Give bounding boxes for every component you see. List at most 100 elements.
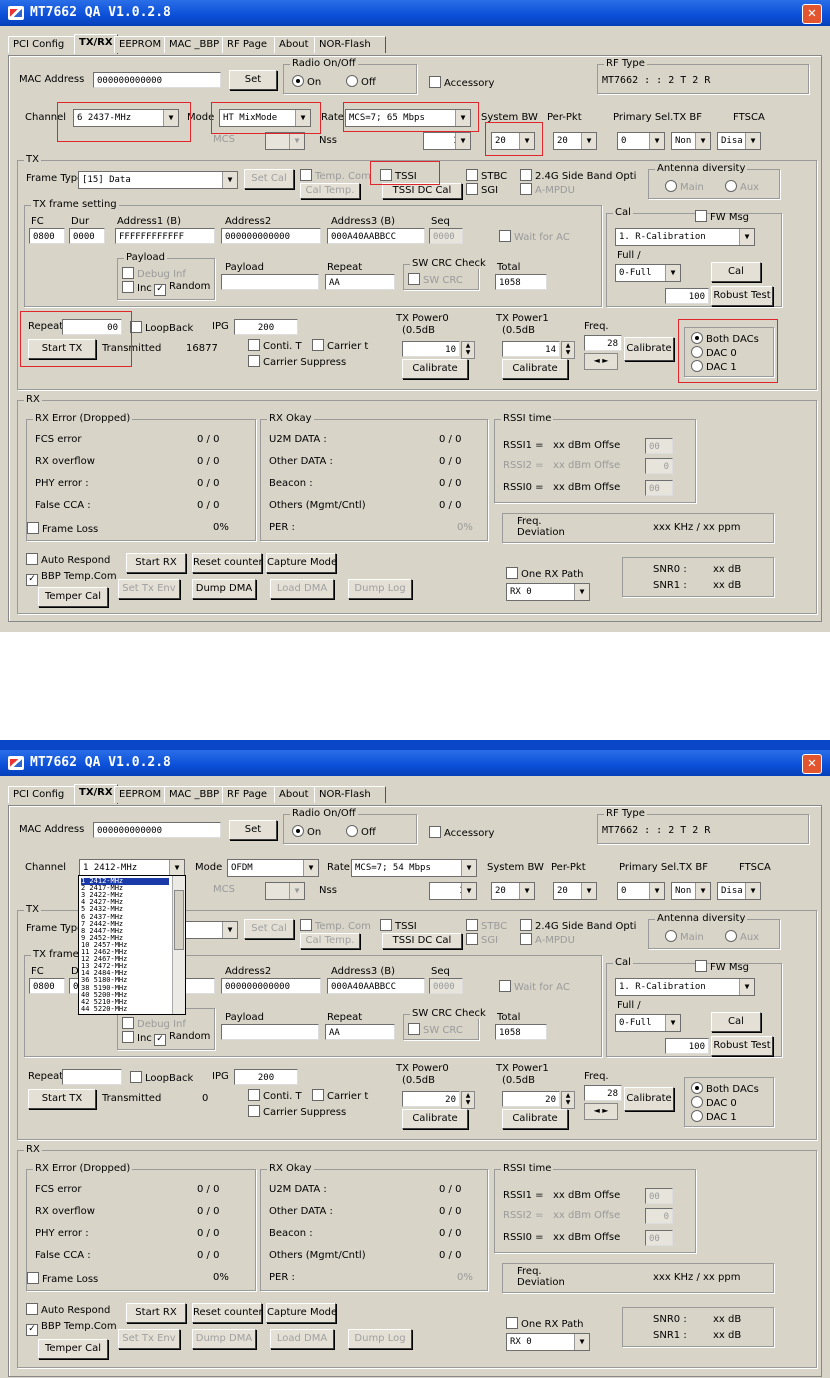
start-tx-button[interactable]: Start TX	[28, 1089, 96, 1109]
stbc-checkbox[interactable]: STBC	[466, 169, 507, 182]
reset-counter-button[interactable]: Reset counter	[192, 1303, 263, 1323]
set-cal-button[interactable]: Set Cal	[244, 169, 294, 189]
dac1-radio[interactable]: DAC 1	[691, 1110, 737, 1123]
temper-cal-button[interactable]: Temper Cal	[38, 587, 108, 607]
fc-input[interactable]: 0800	[29, 978, 65, 994]
conti-tx-checkbox[interactable]: Conti. T	[248, 1089, 302, 1102]
tx-power1-spinner[interactable]: ▲ ▼	[561, 1091, 575, 1109]
tab-mac-bbp[interactable]: MAC _BBP	[164, 36, 226, 53]
fc-input[interactable]: 0800	[29, 228, 65, 244]
reset-counter-button[interactable]: Reset counter	[192, 553, 263, 573]
total-input[interactable]: 1058	[495, 1024, 547, 1040]
temper-cal-button[interactable]: Temper Cal	[38, 1339, 108, 1359]
system-bw-select[interactable]: 20 ▼	[491, 882, 535, 900]
antenna-aux-radio[interactable]: Aux	[725, 930, 759, 943]
tab-about[interactable]: About	[274, 786, 318, 803]
address2-input[interactable]: 000000000000	[221, 228, 321, 244]
close-icon[interactable]: ✕	[802, 754, 822, 774]
one-rx-path-checkbox[interactable]: One RX Path	[506, 567, 584, 580]
address3-input[interactable]: 000A40AABBCC	[327, 228, 425, 244]
start-rx-button[interactable]: Start RX	[126, 1303, 186, 1323]
full-select[interactable]: 0-Full ▼	[615, 1014, 681, 1032]
side-band-checkbox[interactable]: 2.4G Side Band Opti	[520, 169, 636, 182]
mode-select[interactable]: OFDM ▼	[227, 859, 319, 877]
freq-input[interactable]: 28	[584, 335, 622, 351]
antenna-main-radio[interactable]: Main	[665, 180, 704, 193]
mcs-select[interactable]: ▼	[265, 132, 305, 150]
wait-ac-checkbox[interactable]: Wait for AC	[499, 980, 570, 993]
carrier-suppress-checkbox[interactable]: Carrier Suppress	[248, 1105, 346, 1118]
channel-dropdown-list[interactable]: 1 2412-MHz 2 2417-MHz 3 2422-MHz 4 2427-MHz…	[78, 875, 186, 1015]
radio-off[interactable]: Off	[346, 75, 376, 88]
antenna-main-radio[interactable]: Main	[665, 930, 704, 943]
address1-input[interactable]: FFFFFFFFFFFF	[115, 228, 215, 244]
rssi2-offset-input[interactable]: 0	[645, 458, 673, 474]
rssi0-offset-input[interactable]: 00	[645, 1230, 673, 1246]
wait-ac-checkbox[interactable]: Wait for AC	[499, 230, 570, 243]
dac0-radio[interactable]: DAC 0	[691, 1096, 737, 1109]
debug-inf-checkbox[interactable]: Debug Inf	[122, 1017, 186, 1030]
fw-msg-checkbox[interactable]: FW Msg	[695, 960, 749, 973]
dump-log-button[interactable]: Dump Log	[348, 1329, 412, 1349]
tx-power1-input[interactable]: 14	[502, 341, 560, 357]
radio-on[interactable]: On	[292, 825, 321, 838]
freq-input[interactable]: 28	[584, 1085, 622, 1101]
tab-mac-bbp[interactable]: MAC _BBP	[164, 786, 226, 803]
tx-power1-spinner[interactable]: ▲ ▼	[561, 341, 575, 359]
seq-input[interactable]: 0000	[429, 228, 463, 244]
txbf-select[interactable]: Non ▼	[671, 132, 711, 150]
per-pkt-select[interactable]: 20 ▼	[553, 882, 597, 900]
set-button[interactable]: Set	[229, 820, 277, 840]
rx-path-select[interactable]: RX 0 ▼	[506, 1333, 590, 1351]
robust-test-button[interactable]: Robust Test	[711, 1036, 773, 1056]
ftsca-select[interactable]: Disa ▼	[717, 882, 761, 900]
dropdown-scroll-thumb[interactable]	[174, 890, 184, 950]
cal-temp-button[interactable]: Cal Temp.	[300, 933, 360, 949]
freq-calibrate-button[interactable]: Calibrate	[624, 337, 674, 361]
ampdu-checkbox[interactable]: A-MPDU	[520, 183, 575, 196]
freq-left-right-arrows[interactable]: ◄ ►	[584, 1103, 618, 1120]
tssi-checkbox[interactable]: TSSI	[380, 919, 417, 932]
per-pkt-select[interactable]: 20 ▼	[553, 132, 597, 150]
tab-nor-flash[interactable]: NOR-Flash	[314, 36, 386, 53]
tab-eeprom[interactable]: EEPROM	[114, 786, 168, 803]
tab-about[interactable]: About	[274, 36, 318, 53]
calibrate-power1-button[interactable]: Calibrate	[502, 1109, 568, 1129]
calibrate-power0-button[interactable]: Calibrate	[402, 359, 468, 379]
tab-pci-config[interactable]: PCI Config	[8, 36, 76, 53]
bbp-temp-checkbox[interactable]: ✓ BBP Temp.Com	[26, 1321, 117, 1336]
calibrate-power0-button[interactable]: Calibrate	[402, 1109, 468, 1129]
tab-eeprom[interactable]: EEPROM	[114, 36, 168, 53]
one-rx-path-checkbox[interactable]: One RX Path	[506, 1317, 584, 1330]
dur-input[interactable]: 0000	[69, 228, 105, 244]
primary-sel-select[interactable]: 0 ▼	[617, 132, 665, 150]
sgi-checkbox[interactable]: SGI	[466, 933, 498, 946]
dump-log-button[interactable]: Dump Log	[348, 579, 412, 599]
robust-count-input[interactable]: 100	[665, 288, 709, 304]
ipg-input[interactable]: 200	[234, 319, 298, 335]
freq-calibrate-button[interactable]: Calibrate	[624, 1087, 674, 1111]
radio-on[interactable]: On	[292, 75, 321, 88]
sgi-checkbox[interactable]: SGI	[466, 183, 498, 196]
temp-com-checkbox[interactable]: Temp. Com	[300, 919, 371, 932]
accessory-checkbox[interactable]: Accessory	[429, 76, 494, 89]
rx-path-select[interactable]: RX 0 ▼	[506, 583, 590, 601]
rssi0-offset-input[interactable]: 00	[645, 480, 673, 496]
ampdu-checkbox[interactable]: A-MPDU	[520, 933, 575, 946]
capture-mode-button[interactable]: Capture Mode	[266, 1303, 337, 1323]
both-dacs-radio[interactable]: Both DACs	[691, 1082, 759, 1095]
mac-address-input[interactable]: 000000000000	[93, 72, 221, 88]
tssi-dc-cal-button[interactable]: TSSI DC Cal	[382, 183, 462, 199]
tab-pci-config[interactable]: PCI Config	[8, 786, 76, 803]
nss-select[interactable]: 1▼	[429, 882, 477, 900]
tab-nor-flash[interactable]: NOR-Flash	[314, 786, 386, 803]
set-tx-env-button[interactable]: Set Tx Env	[118, 1329, 180, 1349]
auto-respond-checkbox[interactable]: Auto Respond	[26, 1303, 110, 1316]
repeat-count-input[interactable]	[62, 1069, 122, 1085]
nss-select[interactable]: 1▼	[423, 132, 471, 150]
seq-input[interactable]: 0000	[429, 978, 463, 994]
rssi1-offset-input[interactable]: 00	[645, 1188, 673, 1204]
repeat-pattern-input[interactable]: AA	[325, 1024, 395, 1040]
tx-power0-spinner[interactable]: ▲ ▼	[461, 341, 475, 359]
calibrate-power1-button[interactable]: Calibrate	[502, 359, 568, 379]
